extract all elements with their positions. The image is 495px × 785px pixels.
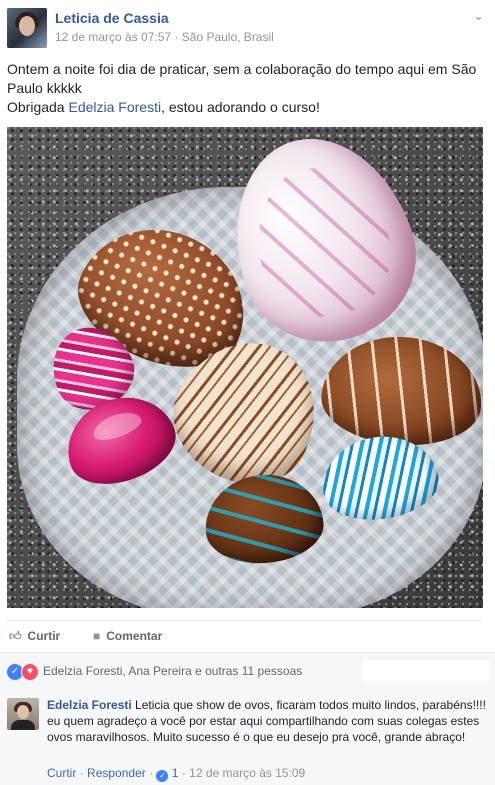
commenter-face xyxy=(17,705,29,719)
comment-like-count[interactable]: 1 xyxy=(172,766,179,780)
comment-like-icon: ✓ xyxy=(156,770,169,782)
speech-bubble-icon: ■ xyxy=(93,629,101,643)
commenter-body xyxy=(11,720,35,730)
footer-dot-2: · xyxy=(149,766,154,780)
comment-reply-link[interactable]: Responder xyxy=(87,766,146,780)
comment-timestamp[interactable]: 12 de março às 15:09 xyxy=(189,766,305,780)
post-text-suffix: , estou adorando o curso! xyxy=(161,99,320,115)
post-actions: 👍︎ Curtir ■ Comentar xyxy=(7,620,481,651)
like-label: Curtir xyxy=(27,629,61,643)
post-text-line2: Obrigada Edelzia Foresti, estou adorando… xyxy=(7,98,477,117)
comment-footer: Curtir · Responder · ✓ 1 · 12 de março à… xyxy=(47,766,305,782)
reaction-icons[interactable]: ✓ ♥ xyxy=(7,663,39,681)
comment-like-link[interactable]: Curtir xyxy=(47,766,76,780)
mention-link[interactable]: Edelzia Foresti xyxy=(68,99,161,115)
comment-body: Edelzia Foresti Leticia que show de ovos… xyxy=(47,697,487,745)
post-location[interactable]: São Paulo, Brasil xyxy=(182,30,274,44)
love-reaction-icon: ♥ xyxy=(21,663,39,681)
meta-separator: · xyxy=(174,30,179,44)
thumbs-up-icon: 👍︎ xyxy=(9,629,22,643)
reactions-input-area[interactable] xyxy=(362,660,490,682)
reactions-bar: ✓ ♥ Edelzia Foresti, Ana Pereira e outras… xyxy=(0,652,495,687)
post-date[interactable]: 12 de março às 07:57 xyxy=(55,30,171,44)
comment-button[interactable]: ■ Comentar xyxy=(93,629,162,643)
comment: Edelzia Foresti Leticia que show de ovos… xyxy=(0,686,495,785)
chevron-down-icon[interactable]: ⌄ xyxy=(473,8,484,24)
post-header: Leticia de Cassia 12 de março às 07:57 ·… xyxy=(7,8,488,48)
commenter-avatar[interactable] xyxy=(7,698,39,730)
reactions-summary[interactable]: Edelzia Foresti, Ana Pereira e outras 11… xyxy=(43,664,302,678)
post-meta: 12 de março às 07:57 · São Paulo, Brasil xyxy=(55,30,274,44)
avatar-face xyxy=(19,16,35,36)
facebook-post: Leticia de Cassia 12 de março às 07:57 ·… xyxy=(0,0,495,785)
footer-dot-1: · xyxy=(79,766,84,780)
post-text: Ontem a noite foi dia de praticar, sem a… xyxy=(7,60,477,117)
like-button[interactable]: 👍︎ Curtir xyxy=(9,629,60,644)
post-text-line1: Ontem a noite foi dia de praticar, sem a… xyxy=(7,61,477,96)
post-text-prefix: Obrigada xyxy=(7,99,69,115)
footer-dot-3: · xyxy=(181,766,186,780)
post-photo[interactable] xyxy=(7,127,483,608)
comment-label: Comentar xyxy=(106,629,163,643)
author-avatar[interactable] xyxy=(7,8,47,48)
comment-author[interactable]: Edelzia Foresti xyxy=(47,698,132,712)
author-name[interactable]: Leticia de Cassia xyxy=(55,10,169,26)
